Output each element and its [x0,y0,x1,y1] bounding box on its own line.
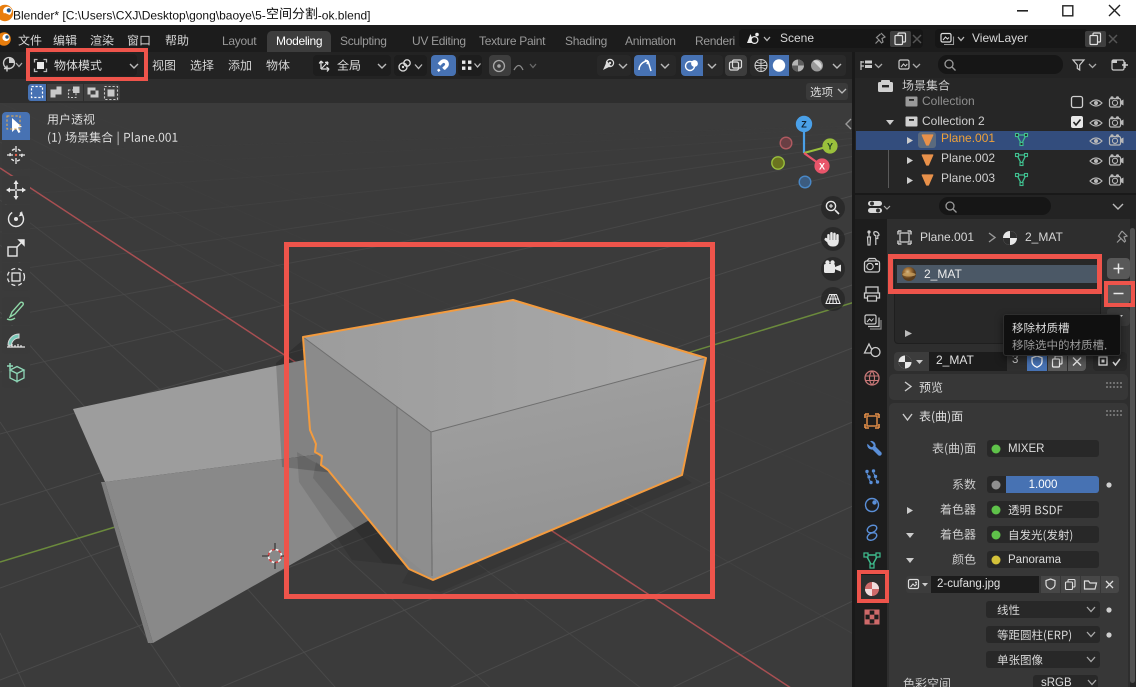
svg-text:X: X [819,162,825,172]
svg-text:Z: Z [801,120,807,130]
svg-text:Y: Y [827,142,833,152]
